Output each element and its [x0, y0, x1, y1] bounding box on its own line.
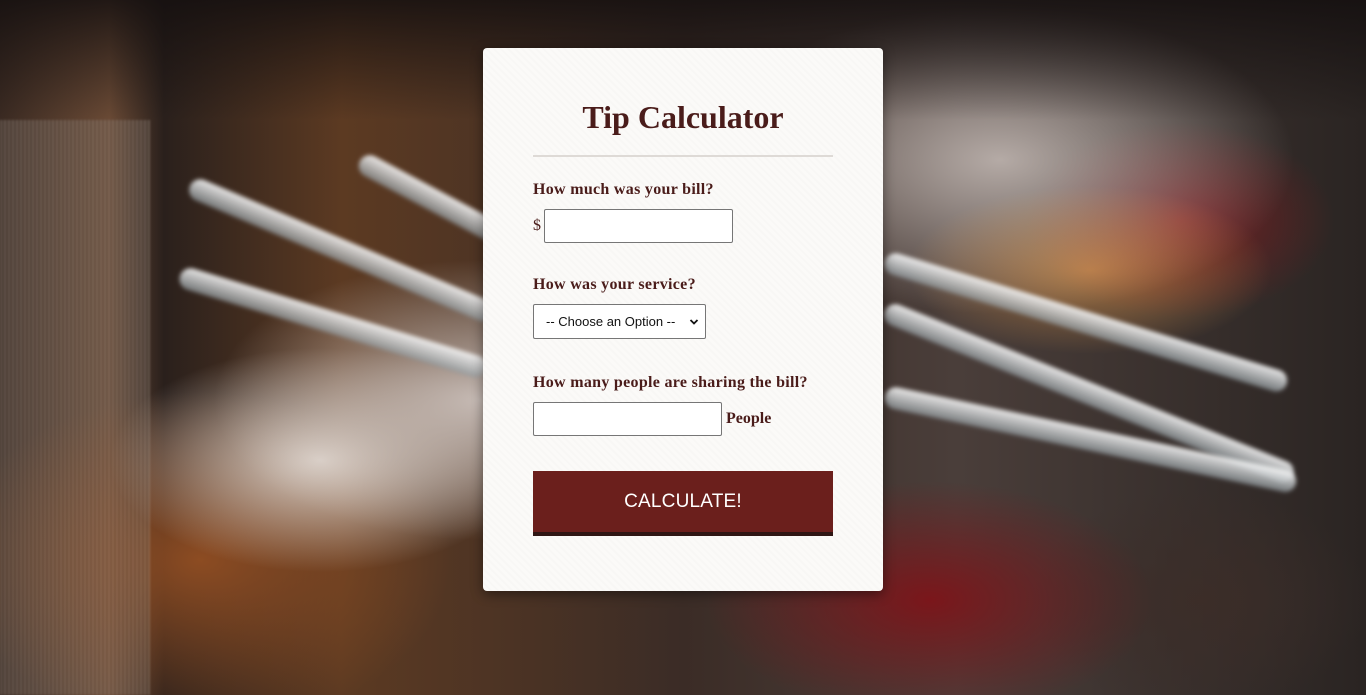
page-title: Tip Calculator — [582, 99, 784, 135]
title-divider — [533, 155, 833, 157]
service-section: How was your service? -- Choose an Optio… — [533, 276, 833, 339]
bill-input-row: $ — [533, 209, 833, 243]
bill-label: How much was your bill? — [533, 181, 714, 198]
service-quality-select[interactable]: -- Choose an Option -- — [533, 304, 706, 339]
people-count-input[interactable] — [533, 402, 722, 436]
bill-amount-input[interactable] — [544, 209, 733, 243]
people-section: How many people are sharing the bill? Pe… — [533, 374, 833, 436]
people-label: How many people are sharing the bill? — [533, 374, 808, 391]
service-label: How was your service? — [533, 276, 696, 293]
service-select-row: -- Choose an Option -- — [533, 304, 833, 339]
bill-section: How much was your bill? $ — [533, 181, 833, 243]
tip-calculator-card: Tip Calculator How much was your bill? $… — [483, 48, 883, 591]
service-selected-option: -- Choose an Option -- — [546, 314, 676, 329]
calculate-button[interactable]: CALCULATE! — [533, 471, 833, 536]
currency-symbol: $ — [533, 217, 541, 234]
background-tablecloth — [0, 120, 150, 695]
people-input-row: People — [533, 402, 833, 436]
people-suffix: People — [726, 410, 772, 427]
chevron-down-icon — [689, 318, 699, 325]
